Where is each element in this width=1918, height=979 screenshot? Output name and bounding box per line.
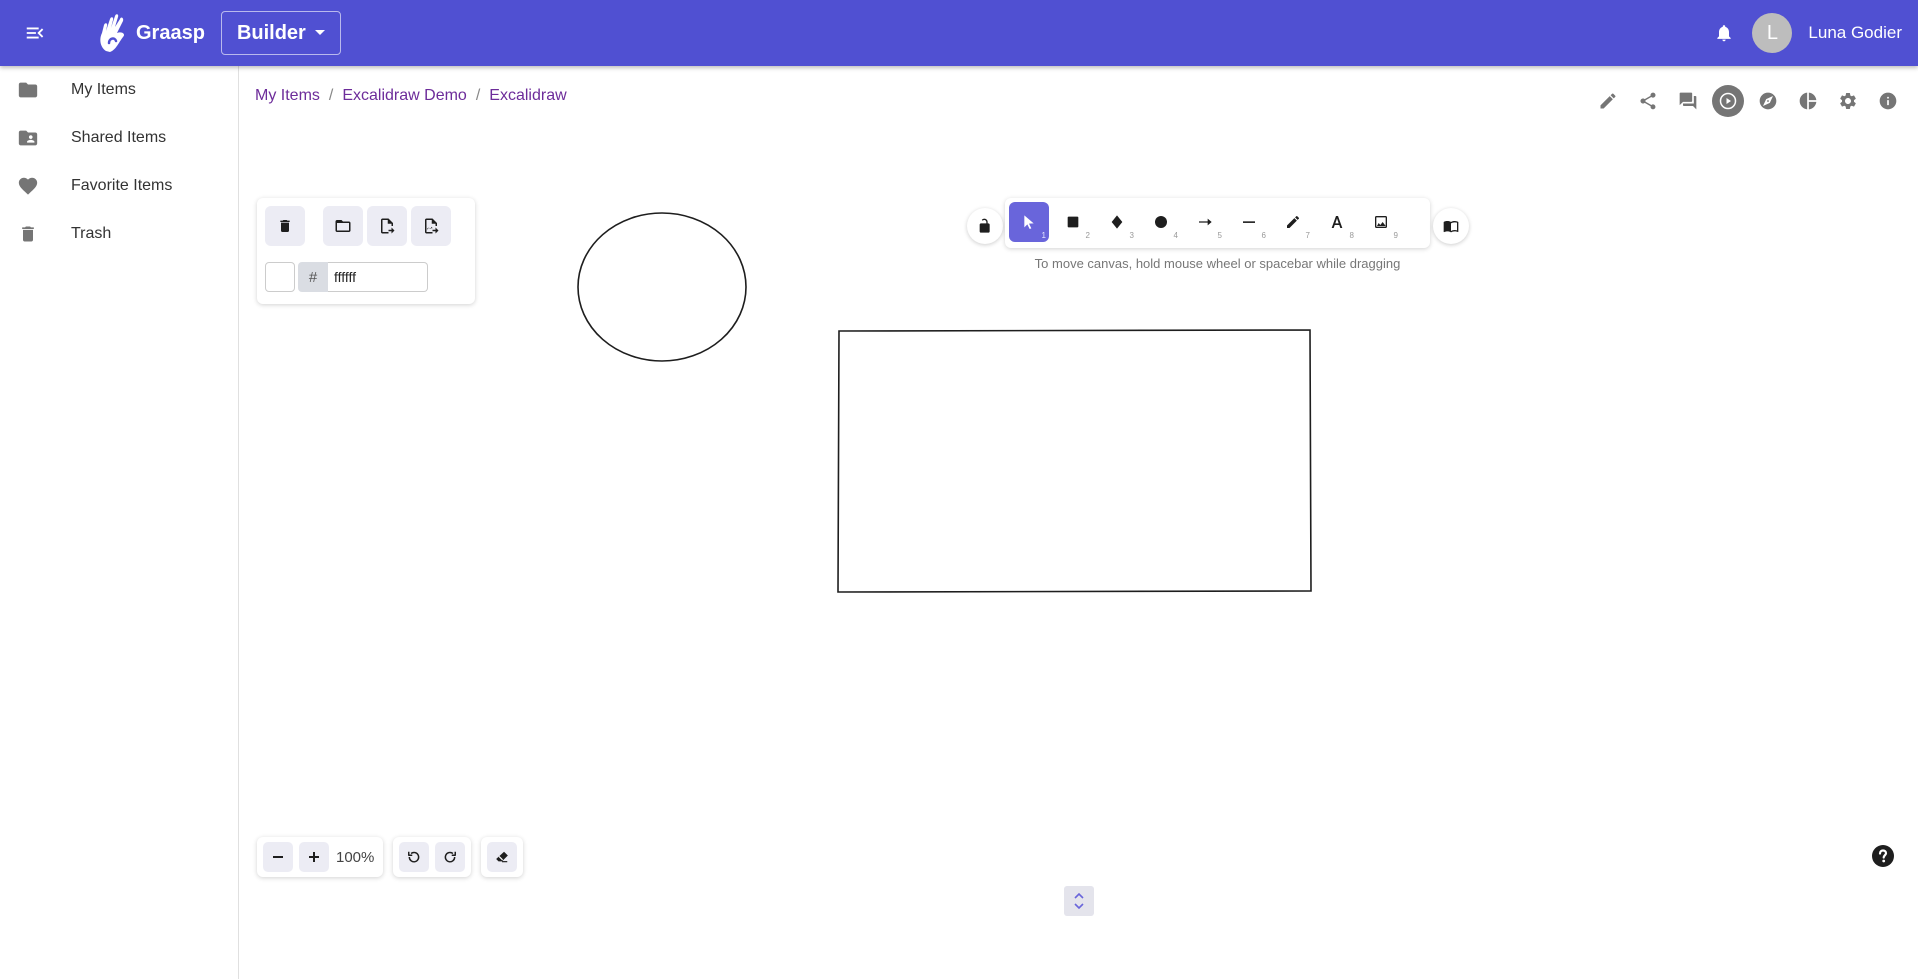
background-hex-input[interactable] xyxy=(328,262,428,292)
sidebar-item-my-items[interactable]: My Items xyxy=(0,66,238,114)
drawn-rectangle[interactable] xyxy=(837,329,1312,593)
shared-folder-icon xyxy=(16,126,40,150)
tool-diamond[interactable]: 3 xyxy=(1097,202,1137,242)
pencil-icon xyxy=(1287,215,1300,228)
help-icon[interactable] xyxy=(1868,841,1898,871)
tool-key: 7 xyxy=(1305,231,1310,240)
sidebar: My Items Shared Items Favorite Items Tra… xyxy=(0,66,239,979)
tool-selection[interactable]: 1 xyxy=(1009,202,1049,242)
redo-icon[interactable] xyxy=(435,842,466,872)
tool-pencil[interactable]: 7 xyxy=(1273,202,1313,242)
ellipse-icon xyxy=(1155,216,1167,228)
tool-key: 4 xyxy=(1173,231,1178,240)
drawn-ellipse[interactable] xyxy=(577,212,747,362)
history-group xyxy=(393,837,472,877)
image-icon xyxy=(1375,216,1387,228)
tool-ellipse[interactable]: 4 xyxy=(1141,202,1181,242)
canvas-properties-panel: # xyxy=(257,198,475,304)
canvas-hint: To move canvas, hold mouse wheel or spac… xyxy=(1034,256,1401,271)
explore-icon[interactable] xyxy=(1748,81,1788,121)
tool-key: 6 xyxy=(1261,231,1266,240)
tool-key: 8 xyxy=(1349,231,1354,240)
tool-key: 5 xyxy=(1217,231,1222,240)
tool-key: 1 xyxy=(1041,231,1046,240)
sidebar-item-label: My Items xyxy=(71,81,136,98)
avatar[interactable]: L xyxy=(1752,13,1793,53)
analytics-icon[interactable] xyxy=(1788,81,1828,121)
eraser-icon[interactable] xyxy=(487,842,518,872)
arrow-icon xyxy=(1199,218,1212,226)
sidebar-item-trash[interactable]: Trash xyxy=(0,210,238,258)
zoom-history-bar: 100% xyxy=(257,837,524,877)
menu-toggle-icon[interactable] xyxy=(16,14,54,52)
graasp-logo[interactable]: Graasp xyxy=(98,13,205,53)
text-icon xyxy=(1331,216,1343,228)
lock-icon[interactable] xyxy=(967,208,1003,244)
diamond-icon xyxy=(1111,215,1123,229)
tool-text[interactable]: 8 xyxy=(1317,202,1357,242)
sidebar-item-shared-items[interactable]: Shared Items xyxy=(0,114,238,162)
eraser-group xyxy=(481,837,524,877)
breadcrumb-excalidraw-demo[interactable]: Excalidraw Demo xyxy=(342,87,466,105)
zoom-out-icon[interactable] xyxy=(263,842,293,872)
context-switch-button[interactable]: Builder xyxy=(220,11,341,55)
app-bar: Graasp Builder L Luna Godier xyxy=(0,0,1918,66)
scroll-to-content-icon[interactable] xyxy=(1064,886,1094,916)
play-icon[interactable] xyxy=(1712,85,1744,117)
tool-key: 2 xyxy=(1085,231,1090,240)
edit-icon[interactable] xyxy=(1588,81,1628,121)
notifications-bell-icon[interactable] xyxy=(1706,15,1742,51)
breadcrumb: My Items / Excalidraw Demo / Excalidraw xyxy=(255,87,567,105)
background-color-swatch[interactable] xyxy=(265,262,295,292)
caret-down-icon xyxy=(314,30,325,35)
heart-icon xyxy=(16,174,40,198)
info-icon[interactable] xyxy=(1868,81,1908,121)
rectangle-icon xyxy=(1067,216,1079,228)
main-content: My Items / Excalidraw Demo / Excalidraw xyxy=(240,66,1918,979)
item-actions xyxy=(1588,81,1908,121)
line-icon xyxy=(1243,221,1255,223)
brand-name: Graasp xyxy=(136,21,205,44)
breadcrumb-excalidraw[interactable]: Excalidraw xyxy=(489,87,566,105)
sidebar-item-favorite-items[interactable]: Favorite Items xyxy=(0,162,238,210)
pointer-icon xyxy=(1024,215,1034,229)
tool-rectangle[interactable]: 2 xyxy=(1053,202,1093,242)
zoom-group: 100% xyxy=(257,837,384,877)
tool-arrow[interactable]: 5 xyxy=(1185,202,1225,242)
tool-key: 3 xyxy=(1129,231,1134,240)
export-image-icon[interactable] xyxy=(411,206,451,246)
username[interactable]: Luna Godier xyxy=(1808,23,1902,43)
folder-icon xyxy=(16,78,40,102)
undo-icon[interactable] xyxy=(399,842,430,872)
library-book-icon[interactable] xyxy=(1433,208,1469,244)
excalidraw-canvas[interactable]: # 1 2 3 4 xyxy=(240,132,1918,979)
clear-canvas-trash-icon[interactable] xyxy=(265,206,305,246)
breadcrumb-separator: / xyxy=(475,87,481,104)
breadcrumb-separator: / xyxy=(328,87,334,104)
trash-icon xyxy=(16,222,40,246)
shape-toolbar: 1 2 3 4 5 6 7 8 9 xyxy=(1005,198,1430,248)
sidebar-item-label: Favorite Items xyxy=(71,177,173,194)
share-icon[interactable] xyxy=(1628,81,1668,121)
tool-line[interactable]: 6 xyxy=(1229,202,1269,242)
sidebar-item-label: Shared Items xyxy=(71,129,167,146)
hex-prefix: # xyxy=(298,262,328,292)
settings-icon[interactable] xyxy=(1828,81,1868,121)
zoom-level[interactable]: 100% xyxy=(332,849,380,866)
zoom-in-icon[interactable] xyxy=(299,842,329,872)
tool-image[interactable]: 9 xyxy=(1361,202,1401,242)
breadcrumb-my-items[interactable]: My Items xyxy=(255,87,320,105)
open-folder-icon[interactable] xyxy=(323,206,363,246)
context-label: Builder xyxy=(236,21,306,44)
graasp-hand-icon xyxy=(100,14,125,52)
chat-icon[interactable] xyxy=(1668,81,1708,121)
export-file-icon[interactable] xyxy=(367,206,407,246)
sidebar-item-label: Trash xyxy=(71,225,112,242)
tool-key: 9 xyxy=(1393,231,1398,240)
